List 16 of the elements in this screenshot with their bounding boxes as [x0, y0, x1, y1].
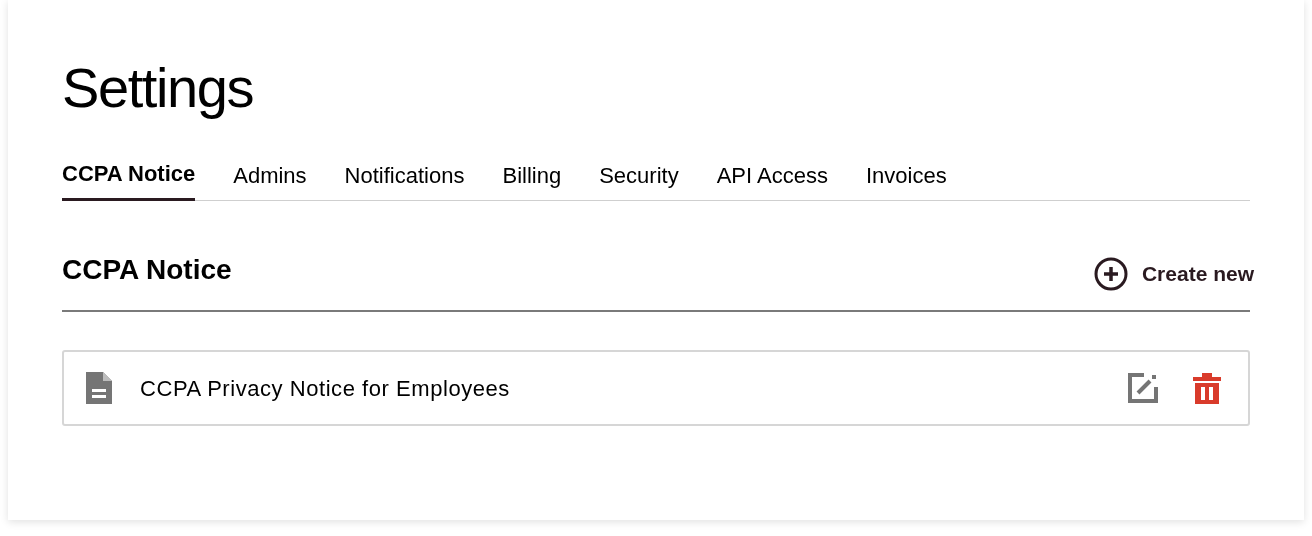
- tab[interactable]: CCPA Notice: [62, 162, 196, 201]
- tab[interactable]: API Access: [716, 162, 828, 201]
- notice-title: CCPA Privacy Notice for Employees: [140, 374, 510, 403]
- notice-row[interactable]: CCPA Privacy Notice for Employees: [62, 350, 1250, 426]
- section-title: CCPA Notice: [62, 253, 232, 287]
- create-new-button[interactable]: Create new: [1093, 257, 1254, 291]
- tab[interactable]: Notifications: [344, 162, 465, 201]
- tab[interactable]: Security: [599, 162, 679, 201]
- edit-icon[interactable]: [1128, 373, 1158, 403]
- add-icon: [1093, 257, 1128, 291]
- page-title: Settings: [62, 55, 255, 121]
- tab[interactable]: Billing: [502, 162, 562, 201]
- tab[interactable]: Invoices: [865, 162, 947, 201]
- tab[interactable]: Admins: [233, 162, 307, 201]
- document-icon: [86, 372, 112, 404]
- delete-icon[interactable]: [1192, 372, 1222, 404]
